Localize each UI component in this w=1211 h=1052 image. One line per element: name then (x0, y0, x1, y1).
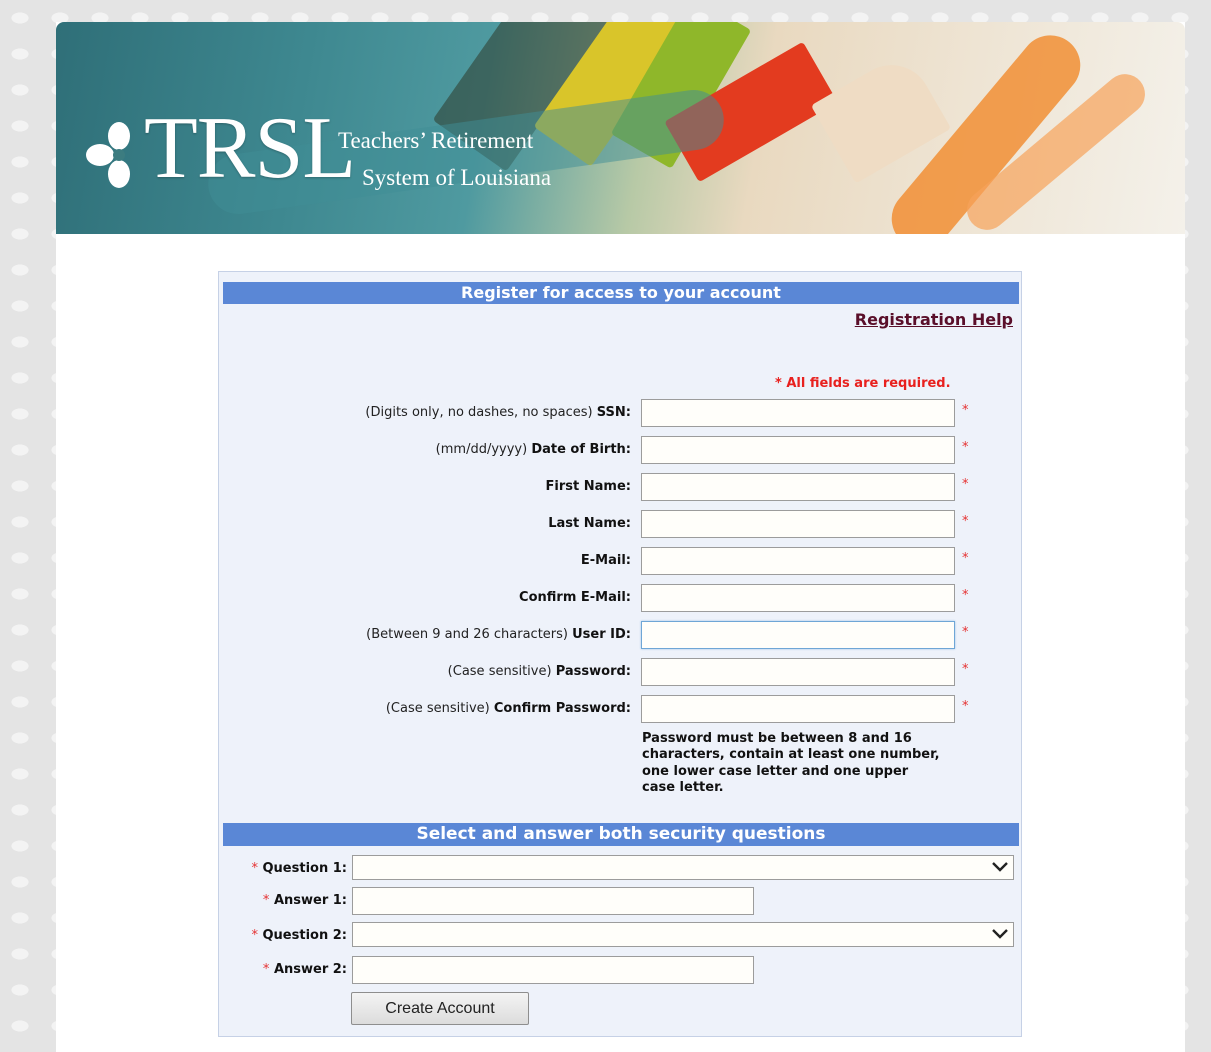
email-field[interactable] (641, 547, 955, 575)
last-name-row: Last Name: * (219, 510, 1023, 538)
ssn-label: (Digits only, no dashes, no spaces) SSN: (365, 405, 631, 420)
confirm-email-field[interactable] (641, 584, 955, 612)
logo-subtitle-line2: System of Louisiana (362, 164, 552, 190)
question1-select[interactable] (352, 855, 1014, 880)
confirm-password-row: (Case sensitive) Confirm Password: * (219, 695, 1023, 723)
dob-label: (mm/dd/yyyy) Date of Birth: (435, 442, 631, 457)
ssn-field[interactable] (641, 399, 955, 427)
required-note: * All fields are required. (775, 376, 951, 391)
chevron-down-icon (992, 862, 1008, 872)
security-title: Select and answer both security question… (416, 824, 826, 844)
date-of-birth-field[interactable] (641, 436, 955, 464)
ssn-row: (Digits only, no dashes, no spaces) SSN:… (219, 399, 1023, 427)
answer2-row: * Answer 2: (219, 956, 1023, 984)
logo-subtitle: Teachers’ Retirement System of Louisiana (338, 123, 551, 197)
required-star: * (962, 440, 969, 455)
required-star: * (962, 477, 969, 492)
required-star: * (962, 625, 969, 640)
first-name-label: First Name: (545, 479, 631, 494)
first-name-row: First Name: * (219, 473, 1023, 501)
user-id-label: (Between 9 and 26 characters) User ID: (366, 627, 631, 642)
confirm-email-label: Confirm E-Mail: (519, 590, 631, 605)
email-row: E-Mail: * (219, 547, 1023, 575)
question2-select[interactable] (352, 922, 1014, 947)
required-star: * (962, 403, 969, 418)
chevron-down-icon (992, 929, 1008, 939)
first-name-field[interactable] (641, 473, 955, 501)
required-star: * (962, 662, 969, 677)
header-banner: TRSL Teachers’ Retirement System of Loui… (56, 22, 1185, 234)
question1-row: * Question 1: (219, 855, 1023, 883)
required-star: * (962, 588, 969, 603)
question1-label: * Question 1: (251, 861, 347, 876)
answer2-field[interactable] (352, 956, 754, 984)
registration-form: Register for access to your account Regi… (218, 271, 1022, 1037)
answer1-row: * Answer 1: (219, 887, 1023, 915)
security-title-bar: Select and answer both security question… (223, 823, 1019, 846)
required-star: * (962, 551, 969, 566)
required-star: * (962, 699, 969, 714)
logo-subtitle-line1: Teachers’ Retirement (338, 128, 534, 153)
last-name-field[interactable] (641, 510, 955, 538)
password-label: (Case sensitive) Password: (447, 664, 631, 679)
user-id-field[interactable] (641, 621, 955, 649)
question2-label: * Question 2: (251, 928, 347, 943)
answer1-field[interactable] (352, 887, 754, 915)
form-title: Register for access to your account (461, 283, 781, 302)
form-title-bar: Register for access to your account (223, 282, 1019, 304)
confirm-email-row: Confirm E-Mail: * (219, 584, 1023, 612)
dob-row: (mm/dd/yyyy) Date of Birth: * (219, 436, 1023, 464)
last-name-label: Last Name: (548, 516, 631, 531)
confirm-password-label: (Case sensitive) Confirm Password: (385, 701, 631, 716)
question2-row: * Question 2: (219, 922, 1023, 950)
answer1-label: * Answer 1: (262, 893, 347, 908)
user-id-row: (Between 9 and 26 characters) User ID: * (219, 621, 1023, 649)
required-star: * (962, 514, 969, 529)
create-account-button[interactable]: Create Account (351, 992, 529, 1025)
password-requirements-note: Password must be between 8 and 16 charac… (642, 731, 940, 795)
confirm-password-field[interactable] (641, 695, 955, 723)
email-label: E-Mail: (580, 553, 631, 568)
password-row: (Case sensitive) Password: * (219, 658, 1023, 686)
answer2-label: * Answer 2: (262, 962, 347, 977)
logo-text: TRSL (144, 100, 356, 197)
registration-help-link[interactable]: Registration Help (855, 310, 1013, 329)
password-field[interactable] (641, 658, 955, 686)
